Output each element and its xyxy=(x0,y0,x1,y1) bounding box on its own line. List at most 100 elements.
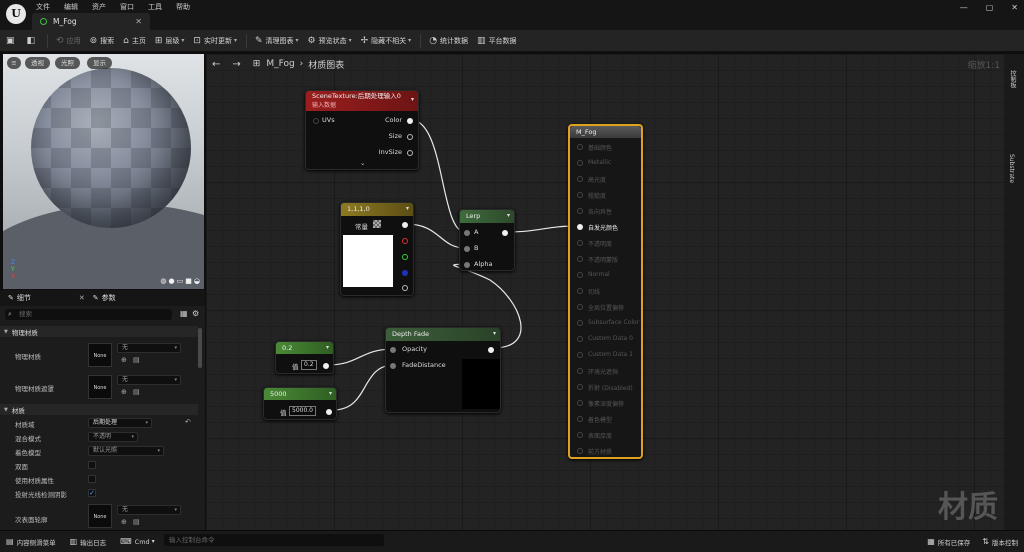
depth-fade-node[interactable]: Depth Fade ▾ Opacity FadeDistance xyxy=(385,327,501,413)
scalar-0.2-title: 0.2 xyxy=(282,344,293,352)
r-output-pin-icon[interactable] xyxy=(402,238,408,244)
invsize-pin-icon[interactable] xyxy=(407,150,413,156)
material-input-pin[interactable]: 折射 (Disabled) xyxy=(577,383,633,392)
breadcrumb-asset[interactable]: M_Fog xyxy=(266,59,294,69)
color-pin-icon[interactable] xyxy=(407,118,413,124)
source-control-button[interactable]: ⇅ 版本控制 xyxy=(982,537,1018,547)
scalar-0.2-header[interactable]: 0.2 ▾ xyxy=(276,342,333,354)
material-input-pin[interactable]: 基础颜色 xyxy=(577,143,612,152)
all-saved-status[interactable]: ▦ 所有已保存 xyxy=(927,537,970,547)
input-pin-icon[interactable] xyxy=(577,304,583,310)
expand-chevron-icon[interactable]: ⌄ xyxy=(360,159,365,167)
input-pin-icon[interactable] xyxy=(577,336,583,342)
material-input-pin[interactable]: Custom Data 0 xyxy=(577,335,633,342)
material-input-pin[interactable]: 前方材质 xyxy=(577,447,612,456)
input-pin-icon[interactable] xyxy=(577,208,583,214)
input-pin-icon[interactable] xyxy=(577,400,583,406)
constant-vector-node[interactable]: 1,1,1,0 ▾ 常量 xyxy=(340,202,414,296)
b-output-pin-icon[interactable] xyxy=(402,270,408,276)
scalar-5000-node[interactable]: 5000 ▾ 值 5000.0 xyxy=(263,387,337,420)
material-result-node[interactable]: M_Fog 基础颜色 Metallic 高光度粗糙度各向异性自发光颜色不透明度不透明… xyxy=(568,124,643,459)
input-pin-icon[interactable] xyxy=(577,384,583,390)
tab-substrate[interactable]: Substrate xyxy=(1008,154,1015,183)
cmd-button[interactable]: ⌨ Cmd ▾ xyxy=(120,537,155,546)
material-input-pin[interactable]: 像素深度偏移 xyxy=(577,399,624,408)
collapse-icon[interactable]: ▾ xyxy=(507,210,510,222)
material-input-pin[interactable]: 切线 xyxy=(577,287,600,296)
input-pin-icon[interactable] xyxy=(577,320,583,326)
lerp-output-pin-icon[interactable] xyxy=(502,230,508,236)
scene-texture-node[interactable]: SceneTexture:后期处理输入0 输入数据 ▾ UVs Color Si… xyxy=(305,90,419,170)
input-pin-icon[interactable] xyxy=(577,256,583,262)
material-input-label: Metallic xyxy=(588,159,612,166)
material-input-pin[interactable]: 表面厚度 xyxy=(577,431,612,440)
alpha-input-pin-icon[interactable] xyxy=(464,262,470,268)
collapse-icon[interactable]: ▾ xyxy=(326,342,329,354)
material-input-pin[interactable]: Normal xyxy=(577,271,610,278)
uvs-pin-icon[interactable] xyxy=(313,118,319,124)
constant-vector-header[interactable]: 1,1,1,0 ▾ xyxy=(341,203,413,216)
depth-fade-title: Depth Fade xyxy=(392,330,430,338)
opacity-input-pin-icon[interactable] xyxy=(390,347,396,353)
material-result-title[interactable]: M_Fog xyxy=(570,126,641,138)
collapse-icon[interactable]: ▾ xyxy=(493,328,496,340)
material-input-pin[interactable]: 不透明蒙版 xyxy=(577,255,618,264)
input-pin-icon[interactable] xyxy=(577,240,583,246)
material-input-pin[interactable]: 高光度 xyxy=(577,175,606,184)
rgb-output-pin-icon[interactable] xyxy=(402,222,408,228)
material-input-pin[interactable]: Custom Data 1 xyxy=(577,351,633,358)
material-input-pin[interactable]: 各向异性 xyxy=(577,207,613,216)
fade-distance-pin-icon[interactable] xyxy=(390,363,396,369)
input-pin-icon[interactable] xyxy=(577,144,583,150)
collapse-icon[interactable]: ▾ xyxy=(411,94,414,106)
g-output-pin-icon[interactable] xyxy=(402,254,408,260)
breadcrumb-graph[interactable]: 材质图表 xyxy=(308,58,344,71)
material-input-pin[interactable]: Subsurface Color xyxy=(577,319,639,326)
a-output-pin-icon[interactable] xyxy=(402,285,408,291)
scalar-5000-output-pin-icon[interactable] xyxy=(326,409,332,415)
scalar-5000-value-input[interactable]: 5000.0 xyxy=(289,406,316,416)
material-input-pin[interactable]: 着色模型 xyxy=(577,415,612,424)
input-pin-icon[interactable] xyxy=(577,192,583,198)
content-drawer-button[interactable]: ▤ 内容侧滑菜单 xyxy=(6,537,56,547)
material-input-pin[interactable]: Metallic xyxy=(577,159,612,166)
collapse-icon[interactable]: ▾ xyxy=(329,388,332,400)
scalar-0.2-output-pin-icon[interactable] xyxy=(323,363,329,369)
value-label: 值 xyxy=(292,363,299,371)
size-pin-icon[interactable] xyxy=(407,134,413,140)
material-input-pin[interactable]: 不透明度 xyxy=(577,239,612,248)
input-pin-icon[interactable] xyxy=(577,160,583,166)
output-log-button[interactable]: ▥ 输出日志 xyxy=(70,537,107,547)
material-input-pin[interactable]: 环境光遮挡 xyxy=(577,367,618,376)
tab-palette[interactable]: 控制板 xyxy=(1008,70,1017,88)
scalar-0.2-node[interactable]: 0.2 ▾ 值 0.2 xyxy=(275,341,334,374)
color-preview-swatch[interactable] xyxy=(343,235,393,287)
collapse-icon[interactable]: ▾ xyxy=(406,203,409,215)
material-input-pin[interactable]: 粗糙度 xyxy=(577,191,606,200)
material-input-label: 各向异性 xyxy=(588,209,613,216)
input-pin-icon[interactable] xyxy=(577,432,583,438)
input-pin-icon[interactable] xyxy=(577,224,583,230)
input-pin-icon[interactable] xyxy=(577,352,583,358)
depth-fade-output-pin-icon[interactable] xyxy=(488,347,494,353)
lerp-node[interactable]: Lerp ▾ A B Alpha xyxy=(459,209,515,271)
input-pin-icon[interactable] xyxy=(577,448,583,454)
a-input-pin-icon[interactable] xyxy=(464,230,470,236)
input-pin-icon[interactable] xyxy=(577,416,583,422)
forward-arrow-icon[interactable]: → xyxy=(232,59,240,70)
b-input-pin-icon[interactable] xyxy=(464,246,470,252)
scene-texture-header[interactable]: SceneTexture:后期处理输入0 输入数据 ▾ xyxy=(306,91,418,111)
material-input-pin[interactable]: 自发光颜色 xyxy=(577,223,618,232)
input-pin-icon[interactable] xyxy=(577,288,583,294)
depth-fade-header[interactable]: Depth Fade ▾ xyxy=(386,328,500,341)
console-command-input[interactable]: 输入控制台命令 xyxy=(164,534,384,546)
material-input-pin[interactable]: 全局位置偏移 xyxy=(577,303,624,312)
scalar-5000-header[interactable]: 5000 ▾ xyxy=(264,388,336,400)
input-pin-icon[interactable] xyxy=(577,368,583,374)
lerp-header[interactable]: Lerp ▾ xyxy=(460,210,514,223)
input-pin-icon[interactable] xyxy=(577,272,583,278)
checker-swatch-icon xyxy=(373,220,381,228)
scalar-0.2-value-input[interactable]: 0.2 xyxy=(301,360,317,370)
back-arrow-icon[interactable]: ← xyxy=(212,59,220,70)
input-pin-icon[interactable] xyxy=(577,176,583,182)
